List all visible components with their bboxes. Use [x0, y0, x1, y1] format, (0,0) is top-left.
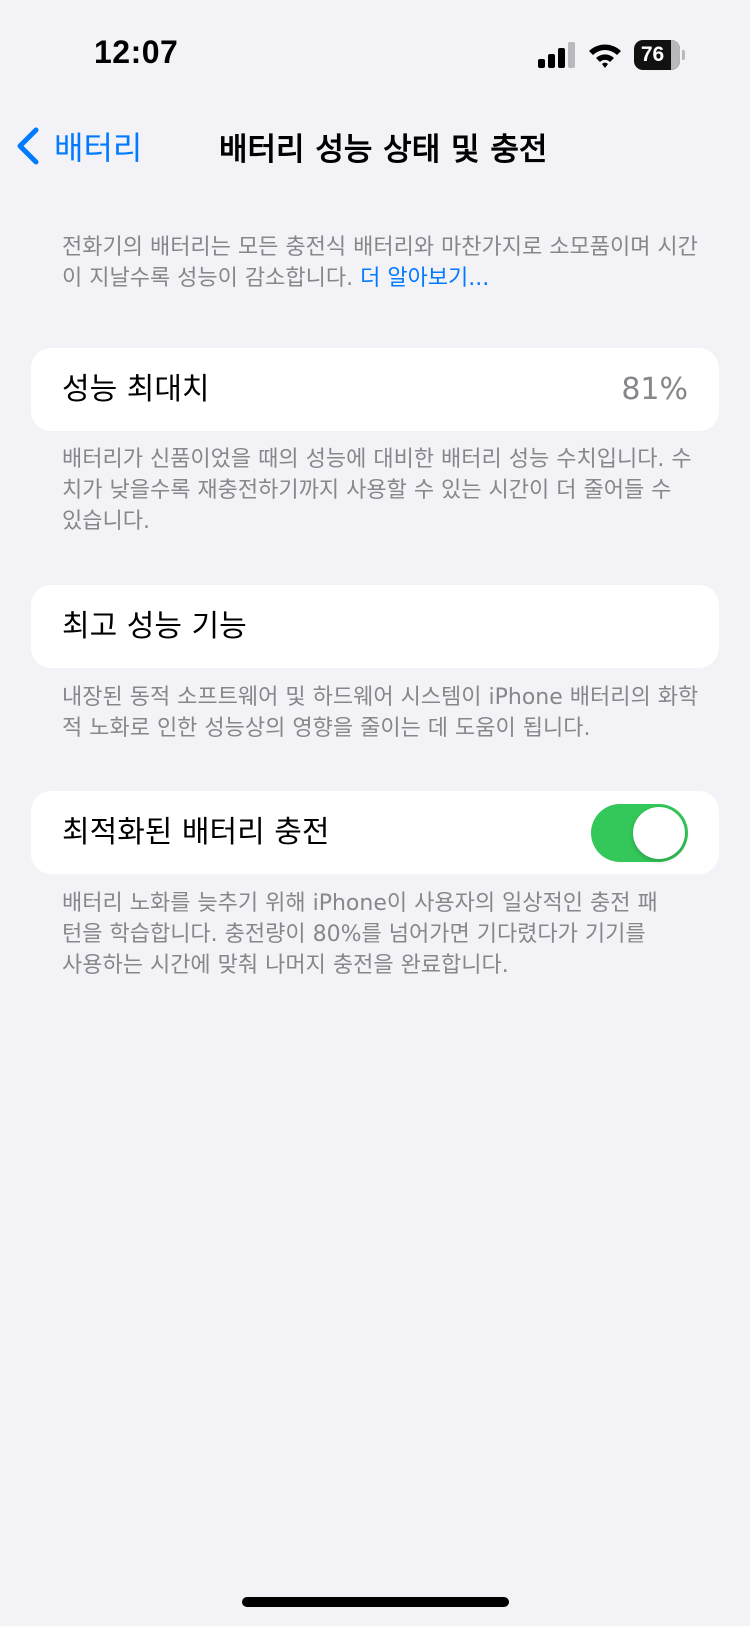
maximum-capacity-cell: 성능 최대치 81%: [31, 348, 719, 431]
status-time: 12:07: [94, 34, 179, 70]
intro-footnote: 전화기의 배터리는 모든 충전식 배터리와 마찬가지로 소모품이며 시간이 지날…: [62, 232, 702, 294]
maximum-capacity-value: 81%: [621, 372, 688, 407]
peak-performance-cell[interactable]: 최고 성능 기능: [31, 585, 719, 668]
chevron-left-icon: [17, 127, 39, 165]
optimized-charging-footnote: 배터리 노화를 늦추기 위해 iPhone이 사용자의 일상적인 충전 패턴을 …: [62, 891, 658, 978]
battery-level: 76: [640, 43, 665, 66]
page-title: 배터리 성능 상태 및 충전: [219, 132, 548, 168]
wifi-icon: [589, 44, 621, 68]
optimized-charging-toggle[interactable]: [591, 804, 688, 862]
optimized-charging-label: 최적화된 배터리 충전: [62, 815, 330, 850]
battery-tip: [682, 50, 685, 60]
cellular-signal-icon: [538, 42, 575, 68]
maximum-capacity-footnote: 배터리가 신품이었을 때의 성능에 대비한 배터리 성능 수치입니다. 수치가 …: [62, 447, 692, 534]
battery-icon: 76: [634, 40, 686, 70]
peak-performance-label: 최고 성능 기능: [62, 609, 247, 644]
toggle-knob: [633, 807, 685, 859]
battery-empty-portion: [671, 40, 680, 70]
status-bar: 12:07 76: [0, 0, 750, 110]
navigation-bar: 배터리 배터리 성능 상태 및 충전: [0, 110, 750, 180]
learn-more-link[interactable]: 더 알아보기...: [360, 266, 489, 291]
back-button-label: 배터리: [54, 129, 143, 167]
home-indicator[interactable]: [242, 1597, 509, 1607]
maximum-capacity-label: 성능 최대치: [62, 372, 210, 407]
battery-body: 76: [634, 40, 680, 70]
optimized-charging-cell: 최적화된 배터리 충전: [31, 791, 719, 874]
peak-performance-footnote: 내장된 동적 소프트웨어 및 하드웨어 시스템이 iPhone 배터리의 화학적…: [62, 685, 699, 741]
back-button[interactable]: 배터리: [14, 118, 142, 174]
